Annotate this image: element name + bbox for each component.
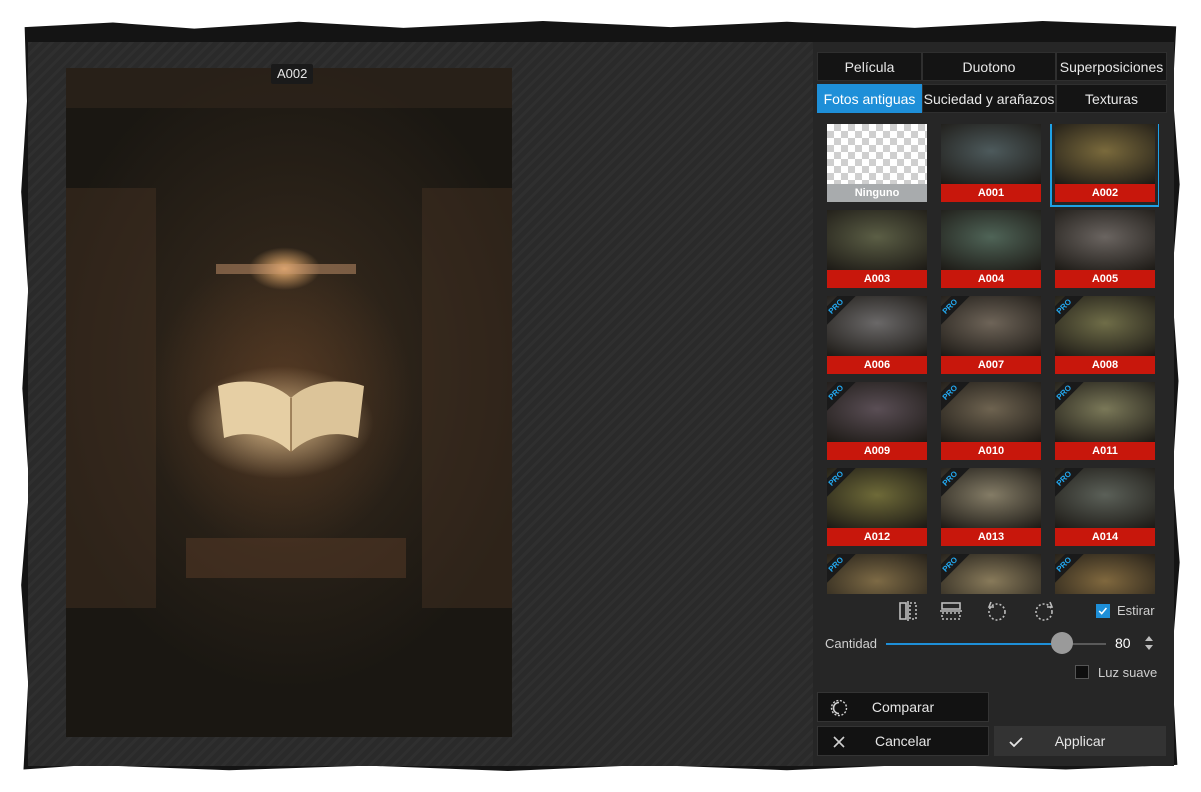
thumbnail-label: A005 (1055, 270, 1155, 288)
top-menu-strip (28, 30, 1174, 42)
texture-thumbnail[interactable]: A005 (1055, 210, 1155, 288)
rotate-right-icon[interactable] (1032, 599, 1056, 623)
category-tabs-row-2: Fotos antiguas Suciedad y arañazos Textu… (817, 84, 1167, 113)
preview-shelf (66, 188, 156, 608)
rotate-left-icon[interactable] (985, 599, 1009, 623)
texture-thumbnail[interactable]: PRO A009 (827, 382, 927, 460)
amount-slider-handle[interactable] (1051, 632, 1073, 654)
texture-thumbnail[interactable]: PRO (941, 554, 1041, 594)
tab-suciedad-y-aranazos[interactable]: Suciedad y arañazos (922, 84, 1056, 113)
thumbnail-label: A001 (941, 184, 1041, 202)
thumbnail-label: Ninguno (827, 184, 927, 202)
thumbnail-texture (941, 210, 1041, 270)
apply-button[interactable]: Applicar (994, 726, 1166, 756)
preview-shelf (422, 188, 512, 608)
tab-fotos-antiguas[interactable]: Fotos antiguas (817, 84, 922, 113)
texture-thumbnail[interactable]: PRO A011 (1055, 382, 1155, 460)
preview-shelf (186, 538, 406, 578)
cancel-button[interactable]: Cancelar (817, 726, 989, 756)
image-preview[interactable] (66, 68, 512, 737)
thumbnail-label: A010 (941, 442, 1041, 460)
thumbnail-texture (941, 124, 1041, 184)
amount-stepper-icon[interactable] (1144, 634, 1154, 652)
editor-window: A002 Película Duotono Superposiciones Fo… (28, 30, 1174, 766)
texture-thumbnail[interactable]: A001 (941, 124, 1041, 202)
thumbnail-label: A006 (827, 356, 927, 374)
texture-thumbnail[interactable]: PRO (1055, 554, 1155, 594)
texture-thumbnail[interactable]: PRO (827, 554, 927, 594)
stretch-checkbox[interactable] (1096, 604, 1110, 618)
texture-thumbnail[interactable]: A002 (1050, 124, 1159, 207)
texture-thumbnail[interactable]: PRO A007 (941, 296, 1041, 374)
thumbnail-label: A002 (1055, 184, 1155, 202)
thumbnail-label: A003 (827, 270, 927, 288)
texture-thumbnail[interactable]: A003 (827, 210, 927, 288)
canvas-area: A002 (28, 42, 813, 766)
thumbnail-label: A004 (941, 270, 1041, 288)
tab-pelicula[interactable]: Película (817, 52, 922, 81)
amount-slider-track[interactable] (886, 643, 1062, 645)
thumbnail-texture (1055, 124, 1155, 184)
texture-thumbnail[interactable]: PRO A012 (827, 468, 927, 546)
apply-button-label: Applicar (1054, 733, 1106, 749)
thumbnail-texture (827, 210, 927, 270)
texture-thumbnail[interactable]: PRO A010 (941, 382, 1041, 460)
compare-button-label: Comparar (871, 699, 935, 715)
stretch-label: Estirar (1117, 603, 1155, 618)
flip-horizontal-icon[interactable] (896, 599, 920, 623)
thumbnail-label: A011 (1055, 442, 1155, 460)
tab-texturas[interactable]: Texturas (1056, 84, 1167, 113)
amount-label: Cantidad (825, 636, 878, 651)
category-tabs-row-1: Película Duotono Superposiciones (817, 52, 1167, 81)
thumbnail-label: A009 (827, 442, 927, 460)
tab-duotono[interactable]: Duotono (922, 52, 1056, 81)
preview-shelf (216, 264, 356, 274)
checkmark-icon (1098, 607, 1108, 615)
soft-light-checkbox[interactable] (1075, 665, 1089, 679)
cancel-button-label: Cancelar (874, 733, 932, 749)
image-name-label: A002 (271, 64, 314, 84)
thumbnail-label: A013 (941, 528, 1041, 546)
soft-light-label: Luz suave (1098, 665, 1158, 680)
thumbnail-label: A012 (827, 528, 927, 546)
texture-thumbnail[interactable]: PRO A006 (827, 296, 927, 374)
tab-superposiciones[interactable]: Superposiciones (1056, 52, 1167, 81)
texture-thumbnail[interactable]: Ninguno (827, 124, 927, 202)
texture-thumbnail[interactable]: A004 (941, 210, 1041, 288)
flip-vertical-icon[interactable] (939, 599, 963, 623)
thumbnail-texture (827, 124, 927, 184)
amount-value[interactable]: 80 (1115, 635, 1131, 651)
thumbnail-texture (1055, 210, 1155, 270)
thumbnail-label: A008 (1055, 356, 1155, 374)
texture-thumbnail[interactable]: PRO A014 (1055, 468, 1155, 546)
texture-thumbnail[interactable]: PRO A008 (1055, 296, 1155, 374)
transform-tools: Estirar (813, 599, 1174, 629)
compare-button[interactable]: Comparar (817, 692, 989, 722)
effects-panel: Película Duotono Superposiciones Fotos a… (813, 42, 1174, 766)
texture-thumbnail[interactable]: PRO A013 (941, 468, 1041, 546)
texture-thumbnail-grid: Ninguno A001 A002 A003 A004 A005 PRO A006 PRO A00… (827, 124, 1159, 594)
open-book-illustration (218, 381, 364, 452)
thumbnail-label: A014 (1055, 528, 1155, 546)
thumbnail-label: A007 (941, 356, 1041, 374)
